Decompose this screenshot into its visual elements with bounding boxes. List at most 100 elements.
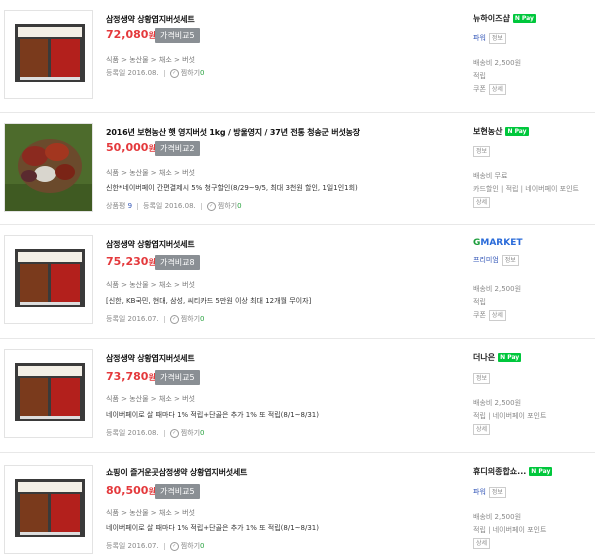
- price-compare-button[interactable]: 가격비교5: [155, 28, 200, 43]
- product-title[interactable]: 삼정생약 상황엽지버섯세트: [106, 353, 195, 364]
- product-meta: 상품평 9 등록일 2016.08. ✓ 찜하기0: [106, 201, 242, 211]
- check-circle-icon: ✓: [169, 541, 179, 551]
- detail-button[interactable]: 상세: [488, 84, 506, 95]
- price-compare-button[interactable]: 가격비교5: [155, 484, 200, 499]
- zzim-button[interactable]: 찜하기: [181, 542, 200, 550]
- category-link[interactable]: 채소: [159, 56, 172, 64]
- zzim-count: 0: [200, 542, 205, 550]
- product-price: 80,500원: [106, 484, 156, 497]
- product-title[interactable]: 2016년 보현농산 햇 영지버섯 1kg / 방울영지 / 37년 전통 청송…: [106, 127, 360, 138]
- category-link[interactable]: 채소: [159, 169, 172, 177]
- check-circle-icon: ✓: [169, 68, 179, 78]
- check-circle-icon: ✓: [206, 201, 216, 211]
- category-link[interactable]: 버섯: [182, 169, 195, 177]
- category-link[interactable]: 식품: [106, 395, 119, 403]
- product-thumbnail[interactable]: [4, 465, 93, 554]
- category-path: 식품 > 농산물 > 채소 > 버섯: [106, 395, 195, 403]
- product-title[interactable]: 삼정생약 상황엽지버섯세트: [106, 239, 195, 250]
- detail-button[interactable]: 상세: [488, 310, 506, 321]
- seller-grade: 프리미엄 정보: [473, 255, 519, 266]
- seller-info-button[interactable]: 정보: [488, 33, 506, 44]
- benefit-info: 적립 | 네이버페이 포인트: [473, 526, 547, 534]
- promo-text: 네이버페이로 살 때마다 1% 적립+단골은 추가 1% 또 적립(8/1~8/…: [106, 411, 319, 419]
- promo-text: [신한, KB국민, 현대, 삼성, 씨티카드 5만원 이상 최대 12개월 무…: [106, 297, 312, 305]
- zzim-button[interactable]: 찜하기: [218, 202, 237, 210]
- category-link[interactable]: 농산물: [129, 509, 148, 517]
- seller-info-button[interactable]: 정보: [501, 255, 519, 266]
- price-compare-button[interactable]: 가격비교2: [155, 141, 200, 156]
- product-row: 쇼핑이 즐거운곳삼정생약 상황엽지버섯세트 80,500원 가격비교5 식품 >…: [0, 453, 600, 559]
- product-title[interactable]: 삼정생약 상황엽지버섯세트: [106, 14, 195, 25]
- check-circle-icon: ✓: [169, 314, 179, 324]
- benefit-info: 적립: [473, 298, 486, 306]
- detail-button[interactable]: 상세: [473, 538, 491, 549]
- category-link[interactable]: 식품: [106, 281, 119, 289]
- category-link[interactable]: 채소: [159, 281, 172, 289]
- price-compare-button[interactable]: 가격비교8: [155, 255, 200, 270]
- registered-date: 등록일 2016.07.: [106, 542, 159, 550]
- seller-name[interactable]: 뉴하이즈샵 N Pay: [473, 13, 536, 24]
- grade-label: 프리미엄: [473, 256, 499, 264]
- seller-info-button[interactable]: 정보: [473, 373, 491, 384]
- price-compare-button[interactable]: 가격비교5: [155, 370, 200, 385]
- seller-name[interactable]: 더나은 N Pay: [473, 352, 522, 363]
- category-link[interactable]: 버섯: [182, 509, 195, 517]
- product-meta: 등록일 2016.07. ✓ 찜하기0: [106, 314, 205, 324]
- shipping-fee: 배송비 무료: [473, 172, 508, 180]
- category-link[interactable]: 식품: [106, 56, 119, 64]
- shipping-fee: 배송비 2,500원: [473, 399, 522, 407]
- category-link[interactable]: 채소: [159, 509, 172, 517]
- category-link[interactable]: 채소: [159, 395, 172, 403]
- zzim-count: 0: [200, 315, 205, 323]
- seller-name[interactable]: 보현농산 N Pay: [473, 126, 529, 137]
- zzim-count: 0: [200, 69, 205, 77]
- category-link[interactable]: 버섯: [182, 395, 195, 403]
- product-thumbnail[interactable]: [4, 10, 93, 99]
- category-link[interactable]: 식품: [106, 169, 119, 177]
- product-row: 삼정생약 상황엽지버섯세트 72,080원 가격비교5 식품 > 농산물 > 채…: [0, 0, 600, 113]
- npay-badge: N Pay: [498, 353, 522, 362]
- product-meta: 등록일 2016.08. ✓ 찜하기0: [106, 68, 205, 78]
- product-thumbnail[interactable]: [4, 349, 93, 438]
- shipping-fee: 배송비 2,500원: [473, 59, 522, 67]
- npay-badge: N Pay: [529, 467, 553, 476]
- check-circle-icon: ✓: [169, 428, 179, 438]
- category-link[interactable]: 농산물: [129, 169, 148, 177]
- seller-info-button[interactable]: 정보: [488, 487, 506, 498]
- product-price: 75,230원: [106, 255, 156, 268]
- product-row: 2016년 보현농산 햇 영지버섯 1kg / 방울영지 / 37년 전통 청송…: [0, 113, 600, 224]
- seller-grade: 파워 정보: [473, 33, 506, 44]
- category-link[interactable]: 농산물: [129, 281, 148, 289]
- product-meta: 등록일 2016.07. ✓ 찜하기0: [106, 541, 205, 551]
- category-link[interactable]: 농산물: [129, 395, 148, 403]
- promo-text: 신한*네이버페이 간편결제시 5% 청구할인(8/29~9/5, 최대 3천원 …: [106, 184, 358, 192]
- zzim-button[interactable]: 찜하기: [181, 429, 200, 437]
- benefit-info: 적립: [473, 72, 486, 80]
- category-link[interactable]: 식품: [106, 509, 119, 517]
- promo-text: 네이버페이로 살 때마다 1% 적립+단골은 추가 1% 또 적립(8/1~8/…: [106, 524, 319, 532]
- registered-date: 등록일 2016.07.: [106, 315, 159, 323]
- shipping-fee: 배송비 2,500원: [473, 285, 522, 293]
- zzim-button[interactable]: 찜하기: [181, 315, 200, 323]
- category-link[interactable]: 버섯: [182, 56, 195, 64]
- product-row: 삼정생약 상황엽지버섯세트 75,230원 가격비교8 식품 > 농산물 > 채…: [0, 225, 600, 338]
- detail-button[interactable]: 상세: [473, 424, 491, 435]
- product-thumbnail[interactable]: [4, 123, 93, 212]
- shipping-fee: 배송비 2,500원: [473, 513, 522, 521]
- product-price: 73,780원: [106, 370, 156, 383]
- product-price: 72,080원: [106, 28, 156, 41]
- category-link[interactable]: 농산물: [129, 56, 148, 64]
- category-link[interactable]: 버섯: [182, 281, 195, 289]
- product-title[interactable]: 쇼핑이 즐거운곳삼정생약 상황엽지버섯세트: [106, 467, 247, 478]
- gmarket-logo[interactable]: GMARKET: [473, 238, 523, 248]
- review-count: 9: [127, 202, 133, 210]
- category-path: 식품 > 농산물 > 채소 > 버섯: [106, 509, 195, 517]
- zzim-button[interactable]: 찜하기: [181, 69, 200, 77]
- seller-info-button[interactable]: 정보: [473, 146, 491, 157]
- product-thumbnail[interactable]: [4, 235, 93, 324]
- grade-label: 파워: [473, 34, 486, 42]
- registered-date: 등록일 2016.08.: [106, 429, 159, 437]
- detail-button[interactable]: 상세: [473, 197, 491, 208]
- seller-name[interactable]: 휴디의종합쇼... N Pay: [473, 466, 553, 477]
- review-label[interactable]: 상품평: [106, 202, 125, 210]
